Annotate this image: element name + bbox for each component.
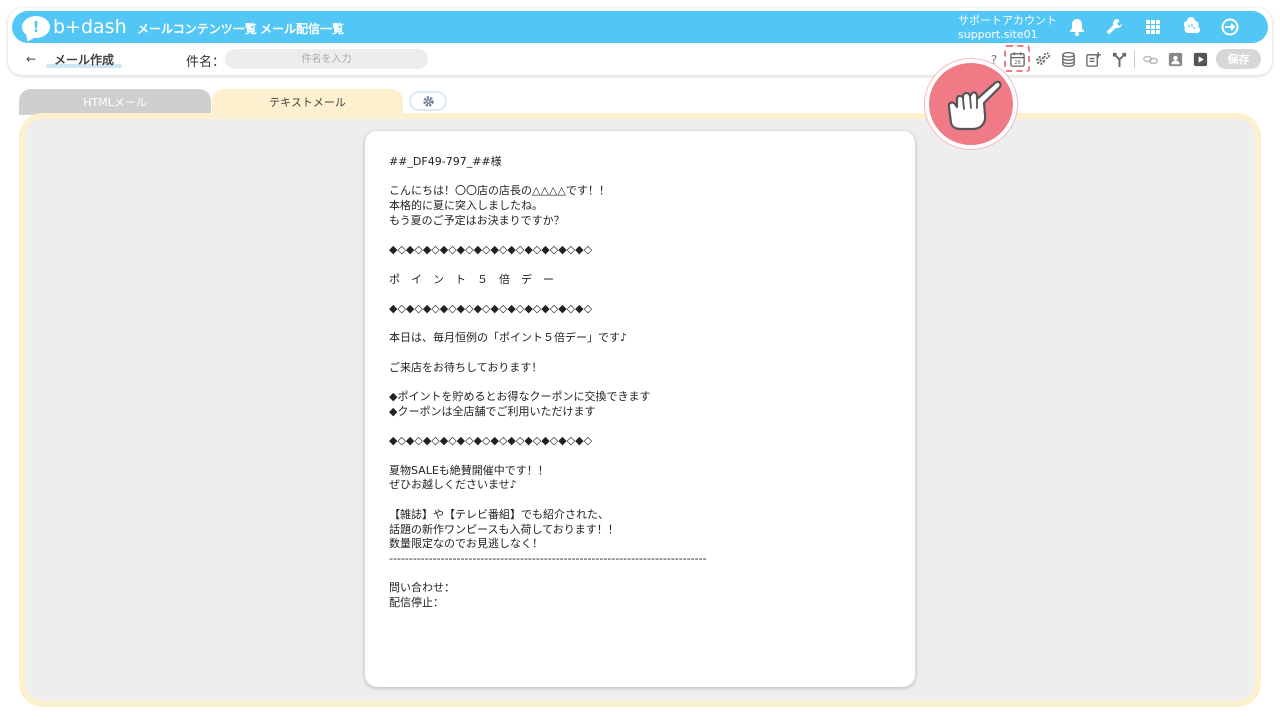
logo-text: b+dash [53, 16, 127, 38]
brain-icon[interactable] [1180, 16, 1202, 38]
app-logo[interactable]: ! b+dash [22, 14, 127, 40]
database-icon[interactable] [1059, 50, 1077, 68]
play-icon[interactable] [1191, 50, 1209, 68]
calendar-day: 28 [1014, 60, 1021, 66]
account-site: support.site01 [958, 28, 1038, 41]
toolbar-divider [1134, 50, 1135, 68]
subject-label: 件名： [186, 55, 226, 70]
pointer-hand-icon [925, 59, 1017, 149]
bell-icon[interactable] [1066, 16, 1088, 38]
back-button[interactable]: ← [26, 52, 36, 66]
merge-icon[interactable] [1110, 50, 1128, 68]
nav-mail-contents[interactable]: メールコンテンツ一覧 [137, 20, 257, 37]
wrench-icon[interactable] [1103, 16, 1125, 38]
tab-text-mail[interactable]: テキストメール [212, 89, 403, 115]
logo-bubble-icon: ! [22, 16, 50, 38]
nav-mail-delivery[interactable]: メール配信一覧 [260, 20, 344, 37]
gears-icon[interactable] [1033, 50, 1051, 68]
tab-html-mail[interactable]: HTMLメール [19, 89, 211, 115]
grid-icon[interactable] [1142, 16, 1164, 38]
mail-body-text[interactable]: ##_DF49-797_##様 こんにちは！〇〇店の店長の△△△△です！！ 本格… [389, 155, 889, 611]
logout-icon[interactable] [1219, 16, 1241, 38]
gear-icon [422, 95, 434, 107]
account-info[interactable]: サポートアカウント support.site01 [958, 14, 1057, 42]
link-icon[interactable] [1141, 50, 1159, 68]
account-name: サポートアカウント [958, 14, 1057, 27]
contact-card-icon[interactable] [1166, 50, 1184, 68]
tab-settings-button[interactable] [409, 91, 447, 111]
add-document-icon[interactable] [1084, 50, 1102, 68]
subject-input[interactable] [225, 49, 428, 69]
page-title: メール作成 [54, 53, 115, 67]
save-button[interactable]: 保存 [1216, 49, 1261, 69]
